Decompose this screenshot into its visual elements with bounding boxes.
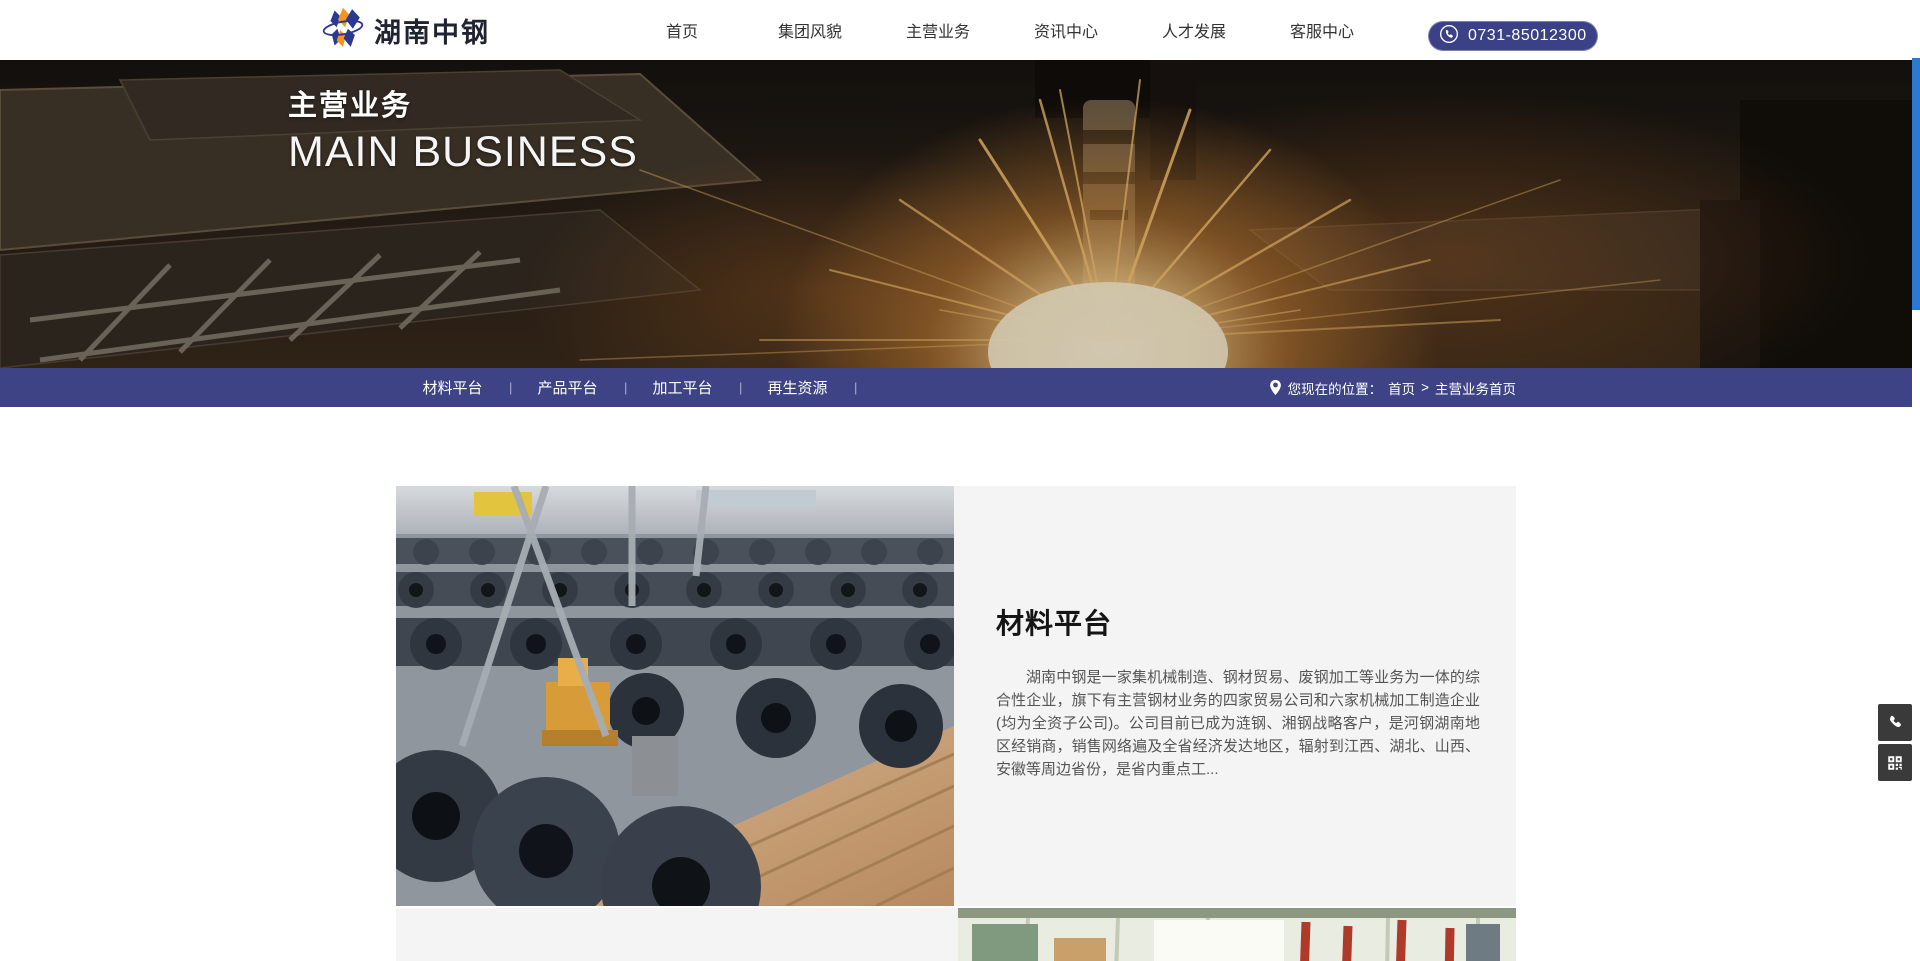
nav-item-service-center[interactable]: 客服中心 <box>1258 0 1386 60</box>
subnav-menu: 材料平台 | 产品平台 | 加工平台 | 再生资源 | <box>396 368 856 407</box>
nav-item-group-profile[interactable]: 集团风貌 <box>746 0 874 60</box>
floating-side-tools <box>1878 704 1912 781</box>
breadcrumb-prefix: 您现在的位置： <box>1288 378 1383 398</box>
scrollbar-thumb[interactable] <box>1912 58 1920 310</box>
section-text-panel <box>396 908 958 961</box>
breadcrumb-home-link[interactable]: 首页 <box>1388 378 1415 398</box>
subnav-item-product-platform[interactable]: 产品平台 <box>511 377 624 398</box>
brand-logo[interactable]: 湖南中钢 <box>322 0 490 60</box>
section-title: 材料平台 <box>996 602 1480 642</box>
page: 湖南中钢 首页 集团风貌 主营业务 资讯中心 人才发展 客服中心 0731-85… <box>0 0 1920 961</box>
breadcrumb-separator: > <box>1421 380 1429 395</box>
company-logo-icon <box>322 5 364 56</box>
nav-item-home[interactable]: 首页 <box>618 0 746 60</box>
workshop-photo <box>958 908 1516 961</box>
nav-item-main-business[interactable]: 主营业务 <box>874 0 1002 60</box>
hero-title-zh: 主营业务 <box>288 82 638 124</box>
page-scrollbar <box>1912 0 1920 961</box>
phone-icon <box>1439 24 1459 49</box>
qr-code-button[interactable] <box>1878 744 1912 781</box>
qr-code-icon <box>1886 754 1904 772</box>
hero-banner: 主营业务 MAIN BUSINESS <box>0 60 1912 368</box>
section-material-platform: 材料平台 湖南中钢是一家集机械制造、钢材贸易、废钢加工等业务为一体的综合性企业，… <box>396 486 1516 906</box>
section-body: 湖南中钢是一家集机械制造、钢材贸易、废钢加工等业务为一体的综合性企业，旗下有主营… <box>996 666 1480 781</box>
subnav-item-processing-platform[interactable]: 加工平台 <box>626 377 739 398</box>
steel-coils-photo <box>396 486 954 906</box>
subnav-bar: 材料平台 | 产品平台 | 加工平台 | 再生资源 | 您现在的位置： 首页 >… <box>0 368 1912 407</box>
location-pin-icon <box>1269 379 1282 396</box>
nav-item-talent[interactable]: 人才发展 <box>1130 0 1258 60</box>
phone-icon <box>1886 714 1904 732</box>
section-next-platform <box>396 908 1516 961</box>
brand-name: 湖南中钢 <box>374 11 490 50</box>
breadcrumb: 您现在的位置： 首页 > 主营业务首页 <box>1269 368 1516 407</box>
main-content: 材料平台 湖南中钢是一家集机械制造、钢材贸易、废钢加工等业务为一体的综合性企业，… <box>0 486 1912 961</box>
subnav-item-recycled-resources[interactable]: 再生资源 <box>741 377 854 398</box>
subnav-item-material-platform[interactable]: 材料平台 <box>396 377 509 398</box>
subnav-separator: | <box>854 380 856 395</box>
main-navigation: 首页 集团风貌 主营业务 资讯中心 人才发展 客服中心 <box>618 0 1386 60</box>
phone-number: 0731-85012300 <box>1468 27 1587 45</box>
section-text-panel: 材料平台 湖南中钢是一家集机械制造、钢材贸易、废钢加工等业务为一体的综合性企业，… <box>954 486 1516 906</box>
hero-title-en: MAIN BUSINESS <box>288 128 638 177</box>
contact-phone-button[interactable] <box>1878 704 1912 741</box>
hero-caption: 主营业务 MAIN BUSINESS <box>288 82 638 177</box>
top-navbar: 湖南中钢 首页 集团风貌 主营业务 资讯中心 人才发展 客服中心 0731-85… <box>0 0 1912 60</box>
hero-banner-image <box>0 60 1912 368</box>
phone-number-pill[interactable]: 0731-85012300 <box>1428 21 1598 51</box>
nav-item-news-center[interactable]: 资讯中心 <box>1002 0 1130 60</box>
breadcrumb-current-link[interactable]: 主营业务首页 <box>1435 378 1516 398</box>
